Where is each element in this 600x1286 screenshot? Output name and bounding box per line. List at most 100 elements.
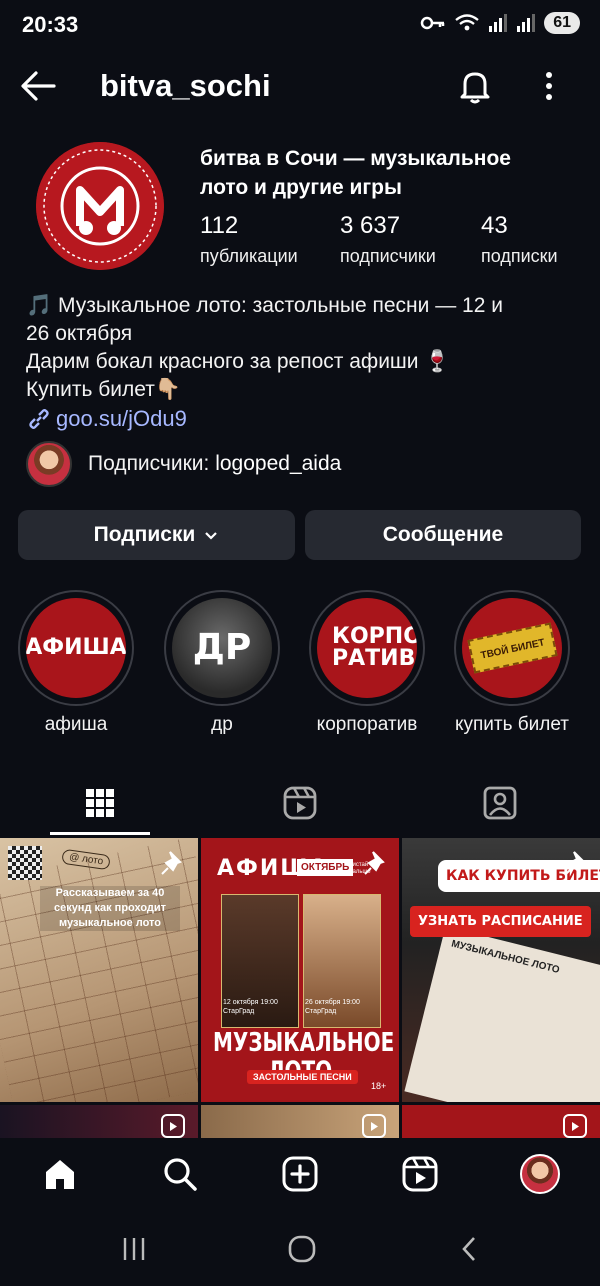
user-avatar xyxy=(520,1154,560,1194)
post-2-subtitle: ЗАСТОЛЬНЫЕ ПЕСНИ xyxy=(247,1070,358,1084)
nav-reels[interactable] xyxy=(396,1152,444,1196)
post-3-sheet: МУЗЫКАЛЬНОЕ ЛОТО xyxy=(404,926,600,1102)
active-tab-indicator xyxy=(50,832,150,835)
highlight-label: афиша xyxy=(44,714,108,735)
reels-icon xyxy=(283,786,317,820)
musical-lotto-logo-icon xyxy=(36,142,164,270)
highlight-ring: КОРПО РАТИВ xyxy=(309,590,425,706)
pin-icon xyxy=(364,851,385,875)
notifications-button[interactable] xyxy=(455,66,495,106)
stat-posts-label: публикации xyxy=(200,246,298,266)
bell-icon xyxy=(460,72,490,104)
arrow-left-icon xyxy=(21,71,56,101)
followed-by-prefix: Подписчики: xyxy=(88,452,216,475)
post-1-caption: Рассказываем за 40 секунд как проходит м… xyxy=(40,886,180,931)
profile-avatar[interactable] xyxy=(36,142,164,270)
add-post-icon xyxy=(282,1156,318,1192)
followed-by[interactable]: Подписчики: logoped_aida xyxy=(26,440,341,488)
bio-link-text: goo.su/jOdu9 xyxy=(56,406,187,431)
highlight-buy-ticket[interactable]: ТВОЙ БИЛЕТ купить билет xyxy=(453,590,571,736)
status-time: 20:33 xyxy=(22,12,79,37)
reel-icon xyxy=(563,1114,587,1138)
recent-apps-button[interactable] xyxy=(114,1232,154,1266)
battery-indicator: 61 xyxy=(544,12,580,34)
following-button[interactable]: Подписки xyxy=(18,510,295,560)
post-3[interactable]: МУЗЫКАЛЬНОЕ ЛОТО КАК КУПИТЬ БИЛЕТ УЗНАТЬ… xyxy=(402,838,600,1102)
more-options-button[interactable] xyxy=(534,66,564,106)
ticket-icon: ТВОЙ БИЛЕТ xyxy=(466,622,558,674)
reel-icon xyxy=(161,1114,185,1138)
nav-profile[interactable] xyxy=(516,1152,564,1196)
system-back-button[interactable] xyxy=(450,1232,490,1266)
home-circle-icon xyxy=(288,1235,316,1263)
stat-following-label: подписки xyxy=(481,246,558,266)
stat-followers-value: 3 637 xyxy=(340,212,401,239)
highlight-dr[interactable]: ДР др xyxy=(163,590,281,736)
qr-code-icon xyxy=(8,846,42,880)
profile-tabs xyxy=(0,774,600,836)
post-3-red-banner: УЗНАТЬ РАСПИСАНИЕ xyxy=(410,906,591,937)
key-icon xyxy=(420,16,445,30)
reels-icon xyxy=(402,1156,438,1192)
highlight-cover: КОРПО РАТИВ xyxy=(317,598,417,698)
stat-posts-value: 112 xyxy=(200,212,239,239)
highlight-cover-text: КОРПО РАТИВ xyxy=(332,624,417,671)
bio-link[interactable]: goo.su/jOdu9 xyxy=(26,406,187,432)
follower-avatar xyxy=(26,441,72,487)
signal-icon-2 xyxy=(517,14,536,32)
home-icon xyxy=(46,1160,74,1189)
pin-icon xyxy=(161,851,182,875)
nav-create[interactable] xyxy=(276,1152,324,1196)
profile-username: bitva_sochi xyxy=(100,68,271,103)
stat-following[interactable]: 43 подписки xyxy=(481,212,558,267)
profile-bio: 🎵 Музыкальное лото: застольные песни — 1… xyxy=(26,292,586,404)
post-2-date-2: 26 октября 19:00 СтарГрад xyxy=(305,999,360,1015)
chevron-down-icon xyxy=(205,532,218,540)
stat-posts[interactable]: 112 публикации xyxy=(200,212,298,267)
highlight-ring: ДР xyxy=(164,590,280,706)
highlight-korporativ[interactable]: КОРПО РАТИВ корпоратив xyxy=(308,590,426,736)
post-3-sheet-title: МУЗЫКАЛЬНОЕ ЛОТО xyxy=(450,938,561,977)
signal-icon xyxy=(489,14,508,32)
message-button[interactable]: Сообщение xyxy=(305,510,581,560)
pin-icon xyxy=(565,851,586,875)
bio-line: Дарим бокал красного за репост афиши 🍷 xyxy=(26,350,451,373)
tab-tagged[interactable] xyxy=(450,774,550,832)
highlight-ring: АФИША xyxy=(18,590,134,706)
back-button[interactable] xyxy=(18,66,58,106)
highlight-cover: АФИША xyxy=(26,598,126,698)
system-navigation xyxy=(0,1212,600,1286)
tagged-icon xyxy=(483,786,517,820)
chevron-left-icon xyxy=(462,1237,475,1261)
more-vertical-icon xyxy=(546,72,552,100)
post-2[interactable]: АФИША ОКТЯБРЬ листай дальше 12 октября 1… xyxy=(201,838,399,1102)
nav-search[interactable] xyxy=(156,1152,204,1196)
post-4[interactable] xyxy=(0,1105,198,1138)
post-5[interactable] xyxy=(201,1105,399,1138)
nav-home[interactable] xyxy=(36,1152,84,1196)
tab-grid[interactable] xyxy=(50,774,150,832)
bio-line: 🎵 Музыкальное лото: застольные песни — 1… xyxy=(26,294,503,317)
message-button-label: Сообщение xyxy=(382,523,504,546)
post-2-date-1: 12 октября 19:00 СтарГрад xyxy=(223,999,278,1015)
highlight-label: купить билет xyxy=(454,714,570,735)
post-6[interactable] xyxy=(402,1105,600,1138)
post-2-month-badge: ОКТЯБРЬ xyxy=(297,859,354,876)
tab-reels[interactable] xyxy=(250,774,350,832)
stat-followers[interactable]: 3 637 подписчики xyxy=(340,212,436,267)
profile-display-name: битва в Сочи — музыкальное лото и другие… xyxy=(200,147,511,199)
search-icon xyxy=(164,1158,197,1191)
wifi-icon xyxy=(455,14,479,31)
post-1[interactable]: @ лото Рассказываем за 40 секунд как про… xyxy=(0,838,198,1102)
recent-apps-icon xyxy=(123,1238,145,1260)
highlight-cover: ДР xyxy=(172,598,272,698)
followed-by-text: Подписчики: logoped_aida xyxy=(88,452,341,476)
grid-icon xyxy=(86,789,114,817)
post-2-age-rating: 18+ xyxy=(371,1081,387,1091)
highlight-ring: ТВОЙ БИЛЕТ xyxy=(454,590,570,706)
highlight-label: корпоратив xyxy=(316,714,418,735)
highlight-afisha[interactable]: АФИША афиша xyxy=(17,590,135,736)
profile-header: bitva_sochi xyxy=(0,58,600,114)
home-button[interactable] xyxy=(282,1232,322,1266)
highlight-cover-text: ДР xyxy=(192,627,252,668)
